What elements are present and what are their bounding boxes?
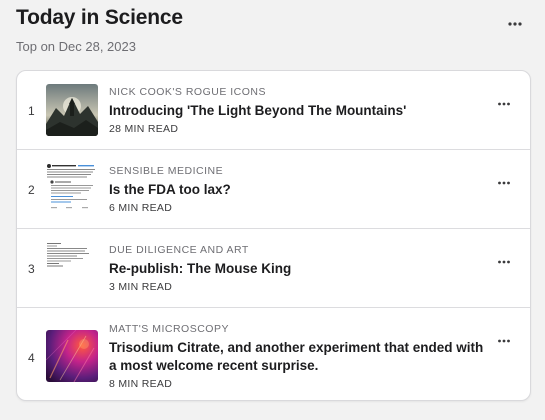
tweet-screenshot-image (46, 163, 98, 215)
page-subtitle: Top on Dec 28, 2023 (16, 39, 136, 54)
article-rank: 2 (28, 183, 35, 197)
article-rank: 3 (28, 262, 35, 276)
ellipsis-icon[interactable] (497, 173, 511, 185)
publisher-name: MATT'S MICROSCOPY (109, 323, 229, 335)
article-title[interactable]: Re-publish: The Mouse King (109, 260, 484, 278)
article-row[interactable]: 2 SENSIBLE MEDICINE Is the FDA too lax? … (17, 150, 530, 229)
page-title: Today in Science (16, 6, 183, 29)
article-row[interactable]: 1 NICK COOK'S ROGUE ICONS Introducing 'T… (17, 71, 530, 150)
article-row[interactable]: 4 MATT'S MICROSCOPY Trisodium Citrate, a… (17, 308, 530, 400)
document-text-image (46, 242, 98, 294)
mountain-landscape-image (46, 84, 98, 136)
article-rank: 1 (28, 104, 35, 118)
read-time: 6 MIN READ (109, 202, 173, 214)
publisher-name: SENSIBLE MEDICINE (109, 165, 224, 177)
article-title[interactable]: Is the FDA too lax? (109, 181, 484, 199)
read-time: 8 MIN READ (109, 378, 173, 390)
read-time: 3 MIN READ (109, 281, 173, 293)
article-title[interactable]: Trisodium Citrate, and another experimen… (109, 339, 484, 375)
read-time: 28 MIN READ (109, 123, 179, 135)
publisher-name: NICK COOK'S ROGUE ICONS (109, 86, 267, 98)
article-title[interactable]: Introducing 'The Light Beyond The Mounta… (109, 102, 484, 120)
ellipsis-icon[interactable] (497, 94, 511, 106)
ellipsis-icon[interactable] (497, 252, 511, 264)
article-row[interactable]: 3 DUE DILIGENCE AND ART Re-publish: The … (17, 229, 530, 308)
publisher-name: DUE DILIGENCE AND ART (109, 244, 249, 256)
ellipsis-icon[interactable] (497, 331, 511, 343)
micrograph-image (46, 330, 98, 382)
ellipsis-icon[interactable] (507, 15, 523, 26)
article-list: 1 NICK COOK'S ROGUE ICONS Introducing 'T… (16, 70, 531, 401)
article-rank: 4 (28, 351, 35, 365)
